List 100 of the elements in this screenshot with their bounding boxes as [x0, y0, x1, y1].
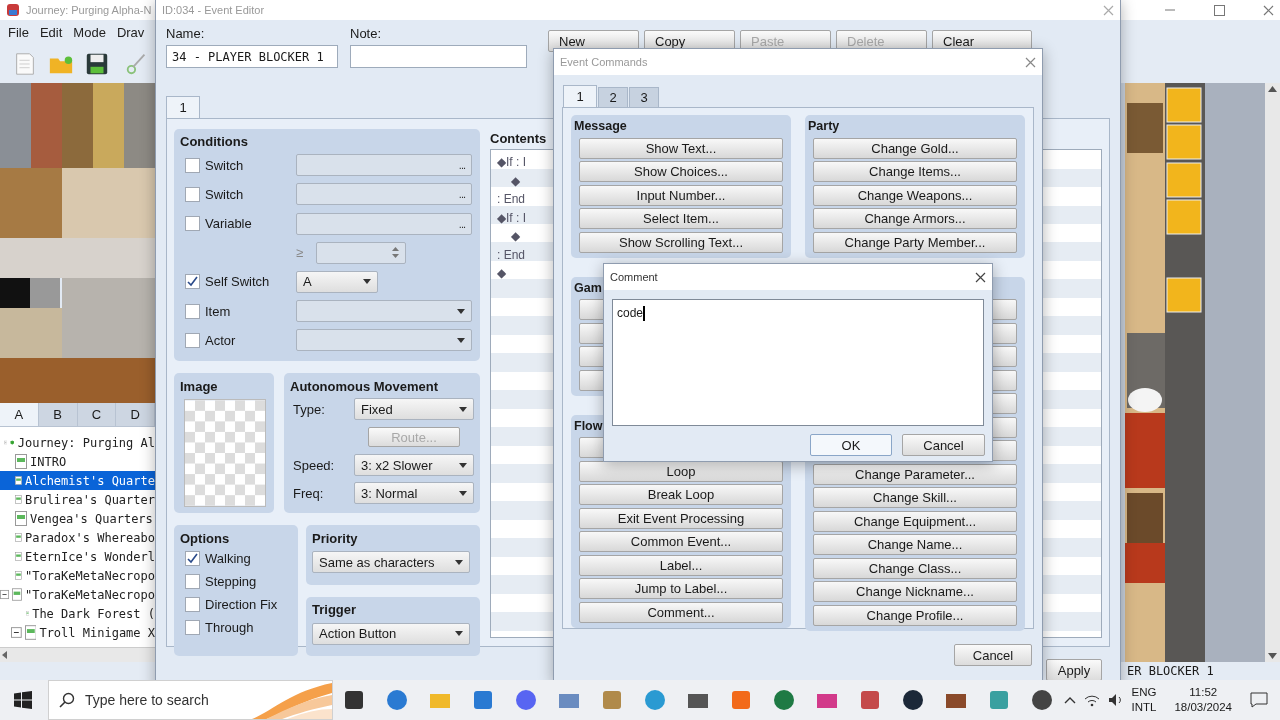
checkbox[interactable] [185, 574, 200, 589]
checkbox[interactable] [185, 332, 200, 348]
command-button[interactable]: Change Party Member... [813, 231, 1017, 253]
number-field[interactable] [316, 241, 406, 264]
menu-item[interactable]: Mode [73, 25, 106, 40]
search-field[interactable]: Type here to search [48, 680, 333, 720]
tree-item[interactable]: Journey: Purging Al [0, 433, 155, 452]
chevron-icon[interactable] [1063, 696, 1076, 704]
close-icon[interactable] [1263, 4, 1274, 16]
apply-button[interactable]: Apply [1046, 659, 1102, 681]
image-preview[interactable] [184, 399, 266, 507]
command-button[interactable]: Change Equipment... [813, 510, 1017, 532]
switch-field[interactable]: ... [296, 183, 472, 206]
menu-item[interactable]: Drav [116, 25, 145, 40]
command-button[interactable]: Input Number... [579, 184, 783, 206]
command-button[interactable]: Change Profile... [813, 604, 1017, 626]
condition-label: Item [205, 303, 231, 319]
dropdown[interactable]: Action Button [312, 622, 470, 645]
network-icon[interactable] [1083, 693, 1100, 707]
checkbox[interactable] [185, 216, 200, 232]
checkbox[interactable] [185, 186, 200, 202]
up-arrow-icon[interactable] [1268, 86, 1277, 92]
tree-item[interactable]: Vengea's Quarters [0, 509, 155, 528]
checkbox[interactable] [185, 274, 200, 290]
tree-item[interactable]: INTRO [0, 452, 155, 471]
command-line: : End [497, 247, 526, 262]
command-button[interactable]: Label... [579, 554, 783, 576]
ok-button[interactable]: OK [810, 434, 892, 456]
command-button[interactable]: Comment... [579, 601, 783, 623]
notification-icon[interactable] [1250, 692, 1268, 708]
tree-item[interactable]: Paradox's Whereabo [0, 528, 155, 547]
switch-field[interactable]: ... [296, 212, 472, 235]
command-button[interactable]: Common Event... [579, 531, 783, 552]
comment-field[interactable]: code [612, 299, 984, 426]
more-button[interactable]: ... [458, 217, 465, 230]
close-icon[interactable] [975, 271, 986, 283]
menu-item[interactable]: Edit [39, 25, 63, 40]
tileset-tab[interactable]: B [38, 403, 78, 426]
menu-item[interactable]: File [8, 25, 29, 40]
command-button[interactable]: Change Weapons... [813, 184, 1017, 206]
command-tab[interactable]: 1 [563, 85, 597, 107]
command-button[interactable]: Select Item... [579, 208, 783, 229]
command-button[interactable]: Change Nickname... [813, 581, 1017, 602]
dropdown[interactable]: Fixed [354, 398, 474, 420]
caret-icon [459, 462, 467, 468]
map-name: INTRO [30, 454, 67, 469]
checkbox[interactable] [185, 157, 200, 173]
save-icon[interactable] [84, 51, 110, 77]
more-button[interactable]: ... [458, 159, 465, 172]
command-tab[interactable]: 3 [629, 87, 659, 107]
cancel-button[interactable]: Cancel [954, 644, 1032, 666]
tileset-tab[interactable]: A [0, 403, 39, 426]
command-button[interactable]: Show Choices... [579, 161, 783, 182]
name-field[interactable]: 34 - PLAYER BLOCKER 1 [166, 45, 338, 68]
more-button[interactable]: ... [458, 188, 465, 201]
command-button[interactable]: Show Scrolling Text... [579, 231, 783, 253]
checkbox[interactable] [185, 620, 200, 635]
tree-item[interactable]: EternIce's Wonderl [0, 547, 155, 566]
tileset-tab[interactable]: D [116, 403, 155, 426]
command-button[interactable]: Break Loop [579, 484, 783, 505]
cancel-button[interactable]: Cancel [902, 434, 985, 456]
left-arrow-icon[interactable] [0, 650, 10, 660]
maximize-icon[interactable] [1214, 4, 1225, 16]
command-button[interactable]: Change Parameter... [813, 463, 1017, 485]
command-button[interactable]: Change Armors... [813, 208, 1017, 229]
checkbox[interactable] [185, 551, 200, 566]
language-indicator[interactable]: ENG INTL [1131, 685, 1157, 715]
dropdown[interactable]: 3: x2 Slower [354, 454, 474, 476]
tree-item[interactable]: "ToraKeMetaNecropo [0, 585, 155, 604]
dropdown[interactable]: Same as characters [312, 551, 470, 573]
clock[interactable]: 11:52 18/03/2024 [1174, 685, 1232, 715]
dropdown[interactable]: A [296, 270, 378, 293]
tree-item[interactable]: Brulirea's Quarter [0, 490, 155, 509]
tree-item[interactable]: The Dark Forest ( [0, 604, 155, 623]
command-button[interactable]: Change Name... [813, 534, 1017, 555]
command-button[interactable]: Change Gold... [813, 137, 1017, 159]
command-button[interactable]: Exit Event Processing [579, 507, 783, 529]
dropdown[interactable]: 3: Normal [354, 482, 474, 504]
page-tab[interactable]: 1 [166, 96, 200, 118]
command-button[interactable]: Show Text... [579, 137, 783, 159]
command-button[interactable]: Jump to Label... [579, 578, 783, 599]
command-button[interactable]: Loop [579, 460, 783, 482]
switch-field[interactable]: ... [296, 154, 472, 177]
tileset-tab[interactable]: C [77, 403, 117, 426]
command-button[interactable]: Change Items... [813, 161, 1017, 182]
down-arrow-icon[interactable] [1268, 653, 1277, 659]
command-tab[interactable]: 2 [598, 87, 628, 107]
tree-item[interactable]: Troll Minigame X [0, 623, 155, 642]
command-button[interactable]: Change Class... [813, 557, 1017, 579]
note-field[interactable] [350, 45, 527, 68]
checkbox[interactable] [185, 303, 200, 319]
command-button[interactable]: Change Skill... [813, 487, 1017, 508]
speaker-icon[interactable] [1107, 693, 1124, 707]
start-icon[interactable] [14, 691, 32, 709]
checkbox[interactable] [185, 597, 200, 612]
tree-item[interactable]: "ToraKeMetaNecropo [0, 566, 155, 585]
spin-icon[interactable] [392, 246, 399, 260]
scrollbar[interactable] [0, 647, 155, 662]
scrollbar[interactable] [1265, 83, 1280, 662]
tree-item[interactable]: Alchemist's Quarte [0, 471, 155, 490]
